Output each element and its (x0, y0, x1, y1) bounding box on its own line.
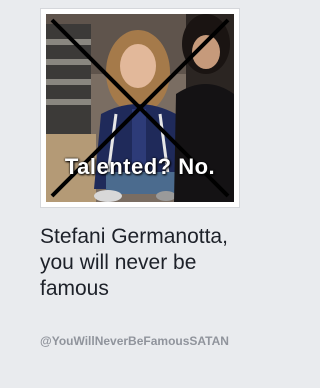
page-profile-sidebar: Talented? No. Stefani Germanotta, you wi… (0, 0, 250, 388)
profile-photo-frame[interactable]: Talented? No. (40, 8, 240, 208)
profile-photo[interactable]: Talented? No. (46, 14, 234, 202)
photo-caption: Talented? No. (64, 154, 216, 179)
page-handle[interactable]: @YouWillNeverBeFamousSATAN (40, 334, 245, 349)
page-name[interactable]: Stefani Germanotta, you will never be fa… (40, 224, 245, 302)
